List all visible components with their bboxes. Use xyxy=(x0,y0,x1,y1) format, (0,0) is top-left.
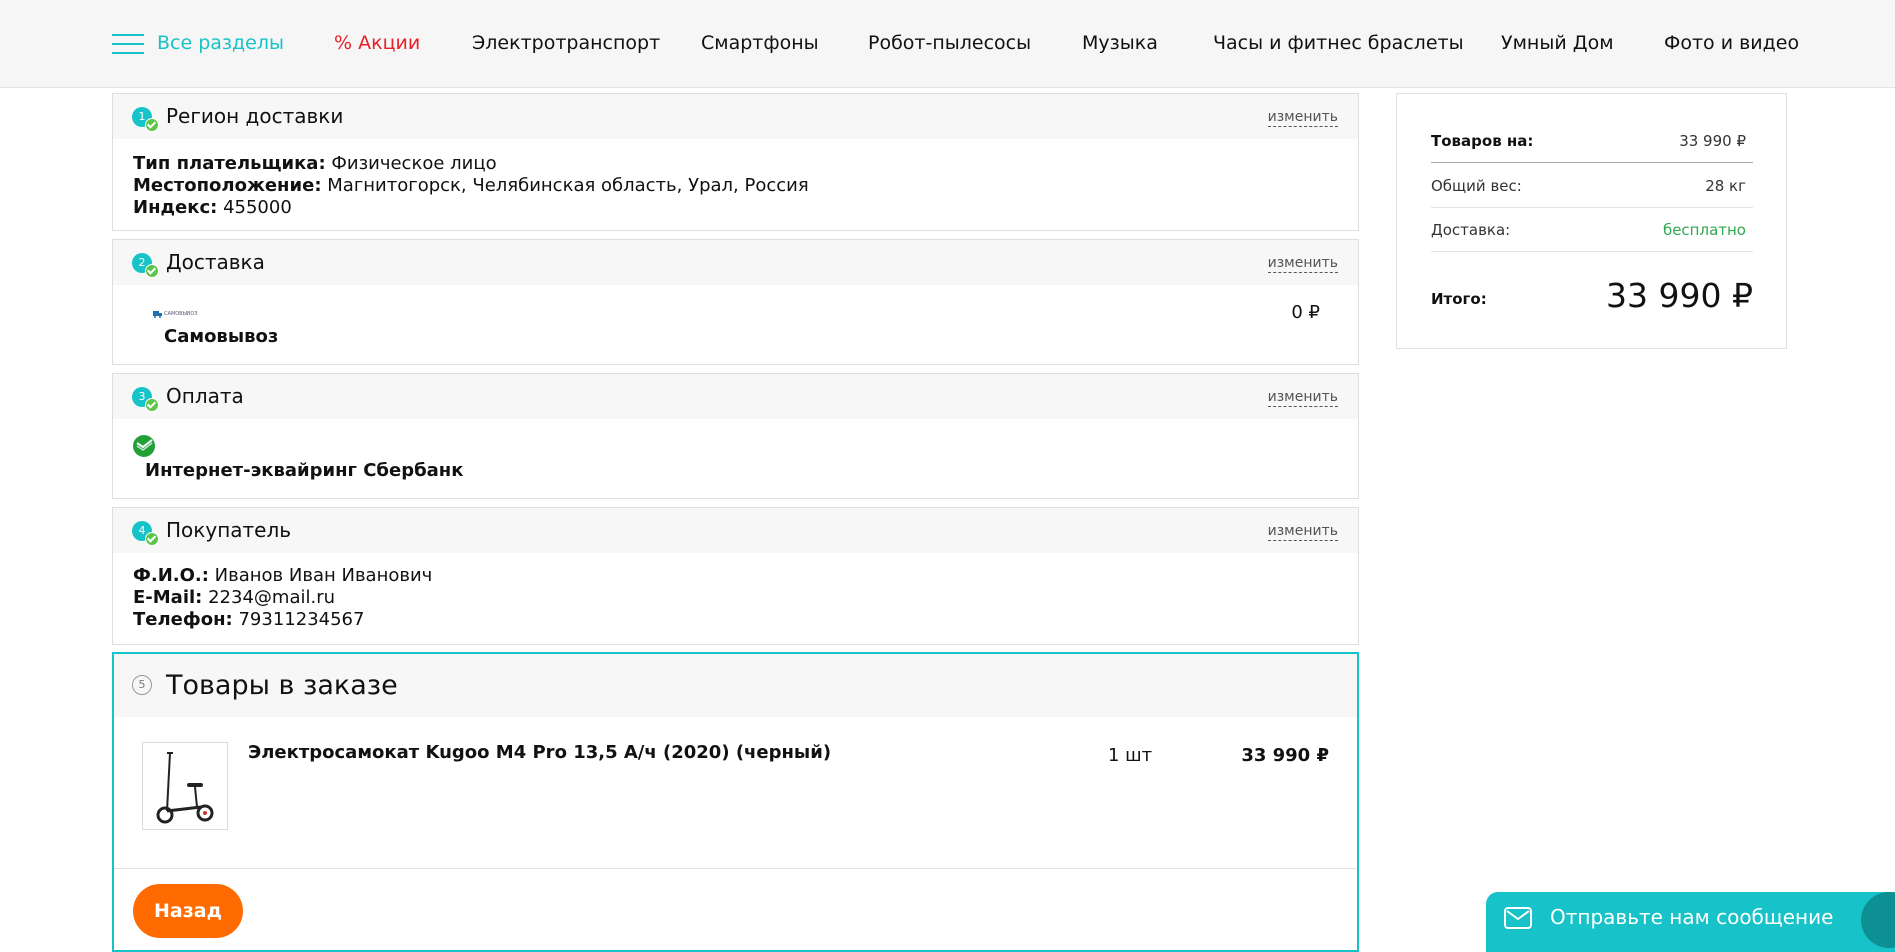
chat-widget-button[interactable]: Отправьте нам сообщение xyxy=(1486,892,1895,952)
section-header: 2 Доставка изменить xyxy=(113,240,1358,285)
product-thumbnail[interactable] xyxy=(142,742,228,830)
envelope-icon xyxy=(1504,907,1532,929)
nav-item-electrotransport[interactable]: Электротранспорт xyxy=(472,31,660,55)
payment-method-name: Интернет-эквайринг Сбербанк xyxy=(145,460,464,481)
top-navigation: Все разделы % Акции Электротранспорт Сма… xyxy=(0,0,1895,88)
summary-goods-row: Товаров на: 33 990 ₽ xyxy=(1431,118,1753,163)
section-header: 5 Товары в заказе xyxy=(114,654,1357,717)
chat-widget-label: Отправьте нам сообщение xyxy=(1550,905,1834,929)
summary-total-value: 33 990 ₽ xyxy=(1606,276,1753,315)
section-header: 1 Регион доставки изменить xyxy=(113,94,1358,139)
truck-icon xyxy=(153,311,162,318)
section-title: Регион доставки xyxy=(166,104,344,128)
location-row: Местоположение: Магнитогорск, Челябинска… xyxy=(133,175,809,196)
index-row: Индекс: 455000 xyxy=(133,197,292,218)
edit-delivery-link[interactable]: изменить xyxy=(1267,255,1338,273)
section-title: Оплата xyxy=(166,384,244,408)
summary-total-label: Итого: xyxy=(1431,290,1487,308)
nav-item-watches[interactable]: Часы и фитнес браслеты xyxy=(1213,31,1464,55)
nav-item-photo-video[interactable]: Фото и видео xyxy=(1664,31,1799,55)
section-title: Покупатель xyxy=(166,518,292,542)
summary-delivery-row: Доставка: бесплатно xyxy=(1431,207,1753,252)
product-quantity: 1 шт xyxy=(1108,745,1153,766)
scooter-image xyxy=(156,752,214,824)
product-name-link[interactable]: Электросамокат Kugoo M4 Pro 13,5 А/ч (20… xyxy=(248,742,831,763)
section-header: 4 Покупатель изменить xyxy=(113,508,1358,553)
divider xyxy=(114,868,1357,869)
nav-item-robot-vacuums[interactable]: Робот-пылесосы xyxy=(868,31,1031,55)
nav-item-smartphones[interactable]: Смартфоны xyxy=(701,31,819,55)
product-price: 33 990 ₽ xyxy=(1241,745,1329,766)
edit-region-link[interactable]: изменить xyxy=(1267,109,1338,127)
payment-section: 3 Оплата изменить Интернет-эквайринг Сбе… xyxy=(112,373,1359,499)
delivery-price: 0 ₽ xyxy=(1291,302,1320,323)
buyer-phone-row: Телефон: 79311234567 xyxy=(133,609,365,630)
check-icon xyxy=(145,264,159,278)
menu-icon[interactable] xyxy=(112,34,144,54)
payer-type-row: Тип плательщика: Физическое лицо xyxy=(133,153,497,174)
chat-corner-decoration xyxy=(1861,892,1895,948)
sberbank-logo-icon xyxy=(133,435,155,457)
nav-all-sections[interactable]: Все разделы xyxy=(157,31,284,55)
delivery-section: 2 Доставка изменить САМОВЫВОЗ Самовывоз … xyxy=(112,239,1359,365)
edit-payment-link[interactable]: изменить xyxy=(1267,389,1338,407)
section-title: Товары в заказе xyxy=(166,670,398,701)
nav-item-smart-home[interactable]: Умный Дом xyxy=(1501,31,1614,55)
check-icon xyxy=(145,532,159,546)
back-button[interactable]: Назад xyxy=(133,884,243,938)
step-number-badge: 5 xyxy=(132,675,152,695)
edit-buyer-link[interactable]: изменить xyxy=(1267,523,1338,541)
check-icon xyxy=(145,118,159,132)
buyer-email-row: E-Mail: 2234@mail.ru xyxy=(133,587,336,608)
section-header: 3 Оплата изменить xyxy=(113,374,1358,419)
buyer-section: 4 Покупатель изменить Ф.И.О.: Иванов Ива… xyxy=(112,507,1359,645)
buyer-name-row: Ф.И.О.: Иванов Иван Иванович xyxy=(133,565,433,586)
products-section: 5 Товары в заказе Электросамокат Kugoo M… xyxy=(112,652,1359,952)
summary-weight-row: Общий вес: 28 кг xyxy=(1431,163,1753,208)
check-icon xyxy=(145,398,159,412)
region-section: 1 Регион доставки изменить Тип плательщи… xyxy=(112,93,1359,231)
order-summary: Товаров на: 33 990 ₽ Общий вес: 28 кг До… xyxy=(1396,93,1787,349)
nav-item-sales[interactable]: % Акции xyxy=(334,31,420,55)
nav-item-music[interactable]: Музыка xyxy=(1082,31,1158,55)
delivery-method-name: Самовывоз xyxy=(164,326,279,347)
section-title: Доставка xyxy=(166,250,265,274)
